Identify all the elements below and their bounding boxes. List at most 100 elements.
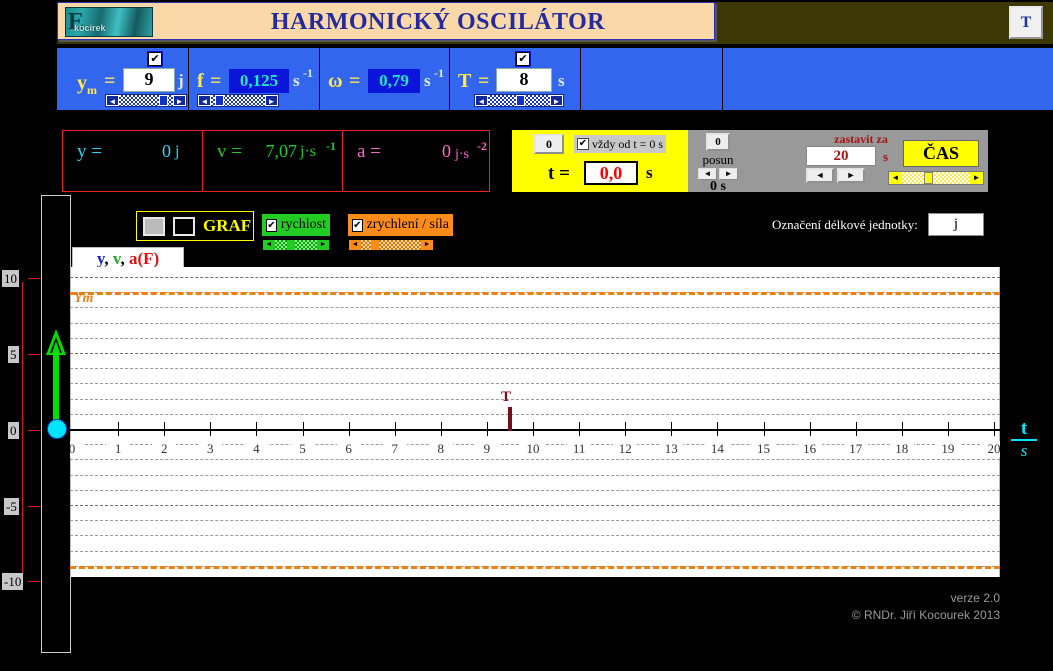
f-symbol: f [197,70,204,92]
zrychleni-option-group: ✔ zrychlení / síla ◄ ► [348,214,453,251]
x-tick [440,422,442,436]
graph-plot-area[interactable]: 0 1 2 3 4 5 6 7 8 9 10 11 12 13 14 15 16 17 18 19 20 T Ym [70,267,1000,577]
value-v-unit: j·s [300,143,316,160]
ym-lock-checkbox[interactable]: ✔ [147,51,163,67]
cas-speed-slider[interactable]: ◄ ► [888,171,984,185]
x-tick [855,422,857,436]
T-input[interactable]: 8 [496,68,552,92]
gridline [70,459,1000,461]
rychlost-toggle[interactable]: ✔ rychlost [262,214,330,236]
f-slider[interactable]: ◄ ► [197,94,279,107]
T-symbol: T [458,70,472,92]
ruler-axis-line [22,282,23,582]
cas-slider-thumb[interactable] [924,172,933,184]
reset-time-button[interactable]: 0 [534,134,564,154]
x-tick [533,422,534,436]
t-toggle-button[interactable]: T [1009,6,1043,39]
value-a-exponent: -2 [477,139,487,153]
oscillator-body-marker[interactable] [47,419,67,439]
ruler-tick-neg10 [28,581,40,582]
header-bar: E kocirek HARMONICKÝ OSCILÁTOR T [57,2,1053,44]
x-tick-label: 7 [382,441,407,457]
rychlost-scale-slider[interactable]: ◄ ► [262,239,330,251]
x-tick [164,422,166,436]
title-box: E kocirek HARMONICKÝ OSCILÁTOR [57,2,715,40]
zrychleni-slider-left-arrow[interactable]: ◄ [349,240,361,250]
T-slider-track[interactable] [488,95,550,106]
T-slider-left-arrow[interactable]: ◄ [475,95,488,106]
ym-slider[interactable]: ◄ ► [105,94,187,107]
value-a-unit: j·s [455,147,469,162]
value-a-number: 0 [442,141,451,161]
ym-equals: = [104,70,116,92]
rychlost-checkbox[interactable]: ✔ [266,218,277,232]
gridline [70,322,1000,324]
rychlost-slider-right-arrow[interactable]: ► [317,240,329,250]
stop-right-arrow-button[interactable]: ► [837,168,865,183]
f-slider-thumb[interactable] [215,95,224,106]
stop-after-stepper[interactable]: ◄ ► [806,168,865,183]
x-tick-label: 0 [70,441,84,457]
omega-value[interactable]: 0,79 [368,69,420,93]
x-tick-label: 1 [106,441,131,457]
ym-slider-track[interactable] [119,95,173,106]
f-slider-right-arrow[interactable]: ► [265,95,278,106]
omega-unit: s [424,71,431,90]
ym-slider-thumb[interactable] [159,95,168,106]
current-time-unit: s [646,163,653,182]
zrychleni-toggle[interactable]: ✔ zrychlení / síla [348,214,453,236]
graf-switch-on[interactable] [143,217,165,236]
zrychleni-checkbox[interactable]: ✔ [352,218,363,232]
ym-slider-right-arrow[interactable]: ► [173,95,186,106]
stop-after-panel: zastavit za 20 s ◄ ► ČAS ◄ ► [748,130,988,192]
x-tick [302,422,304,436]
stop-after-input[interactable]: 20 [806,146,876,166]
gridline [70,413,1000,415]
gridline [70,307,1000,309]
zrychleni-slider-track[interactable] [361,240,421,250]
x-tick-label: 11 [567,441,592,457]
posun-value: 0 s [710,179,726,194]
current-time-value[interactable]: 0,0 [584,161,638,185]
zrychleni-scale-slider[interactable]: ◄ ► [348,239,434,251]
T-slider-thumb[interactable] [516,95,525,106]
f-unit-exponent: -1 [303,66,313,80]
graph-x-axis-label: t s [1011,419,1037,460]
gridline [70,535,1000,537]
rychlost-slider-left-arrow[interactable]: ◄ [263,240,275,250]
zrychleni-slider-thumb[interactable] [371,240,379,250]
graf-switch-off[interactable] [173,217,195,236]
rychlost-slider-thumb[interactable] [287,240,295,250]
T-unit: s [558,71,565,90]
cas-slider-track[interactable] [902,172,970,184]
ruler-tick-10 [28,278,40,279]
T-lock-checkbox[interactable]: ✔ [515,51,531,67]
f-slider-track[interactable] [211,95,265,106]
graph-title-part-1: , [104,249,113,268]
stop-left-arrow-button[interactable]: ◄ [806,168,834,183]
amplitude-line [70,565,1000,569]
ruler-tick-0 [28,430,40,431]
graf-toggle-group[interactable]: GRAF [136,211,254,241]
cas-slider-left-arrow[interactable]: ◄ [889,172,902,184]
T-slider-right-arrow[interactable]: ► [550,95,563,106]
x-tick-label: 2 [152,441,177,457]
unit-designation-input[interactable]: j [928,213,984,236]
rychlost-slider-track[interactable] [275,240,317,250]
amplitude-line [70,292,1000,296]
posun-number-button[interactable]: 0 [706,133,730,151]
x-tick [625,422,627,436]
zrychleni-slider-right-arrow[interactable]: ► [421,240,433,250]
ruler-label-10: 10 [2,270,19,287]
ym-input[interactable]: 9 [123,68,175,92]
f-value[interactable]: 0,125 [229,69,289,93]
cas-start-button[interactable]: ČAS [903,140,979,167]
cas-slider-right-arrow[interactable]: ► [970,172,983,184]
T-slider[interactable]: ◄ ► [474,94,564,107]
x-tick-label: 15 [751,441,776,457]
f-slider-left-arrow[interactable]: ◄ [198,95,211,106]
always-from-zero-checkbox[interactable]: ✔ [577,138,589,150]
ym-slider-left-arrow[interactable]: ◄ [106,95,119,106]
always-from-zero-option[interactable]: ✔ vždy od t = 0 s [574,135,667,153]
logo-icon: E kocirek [65,7,153,37]
